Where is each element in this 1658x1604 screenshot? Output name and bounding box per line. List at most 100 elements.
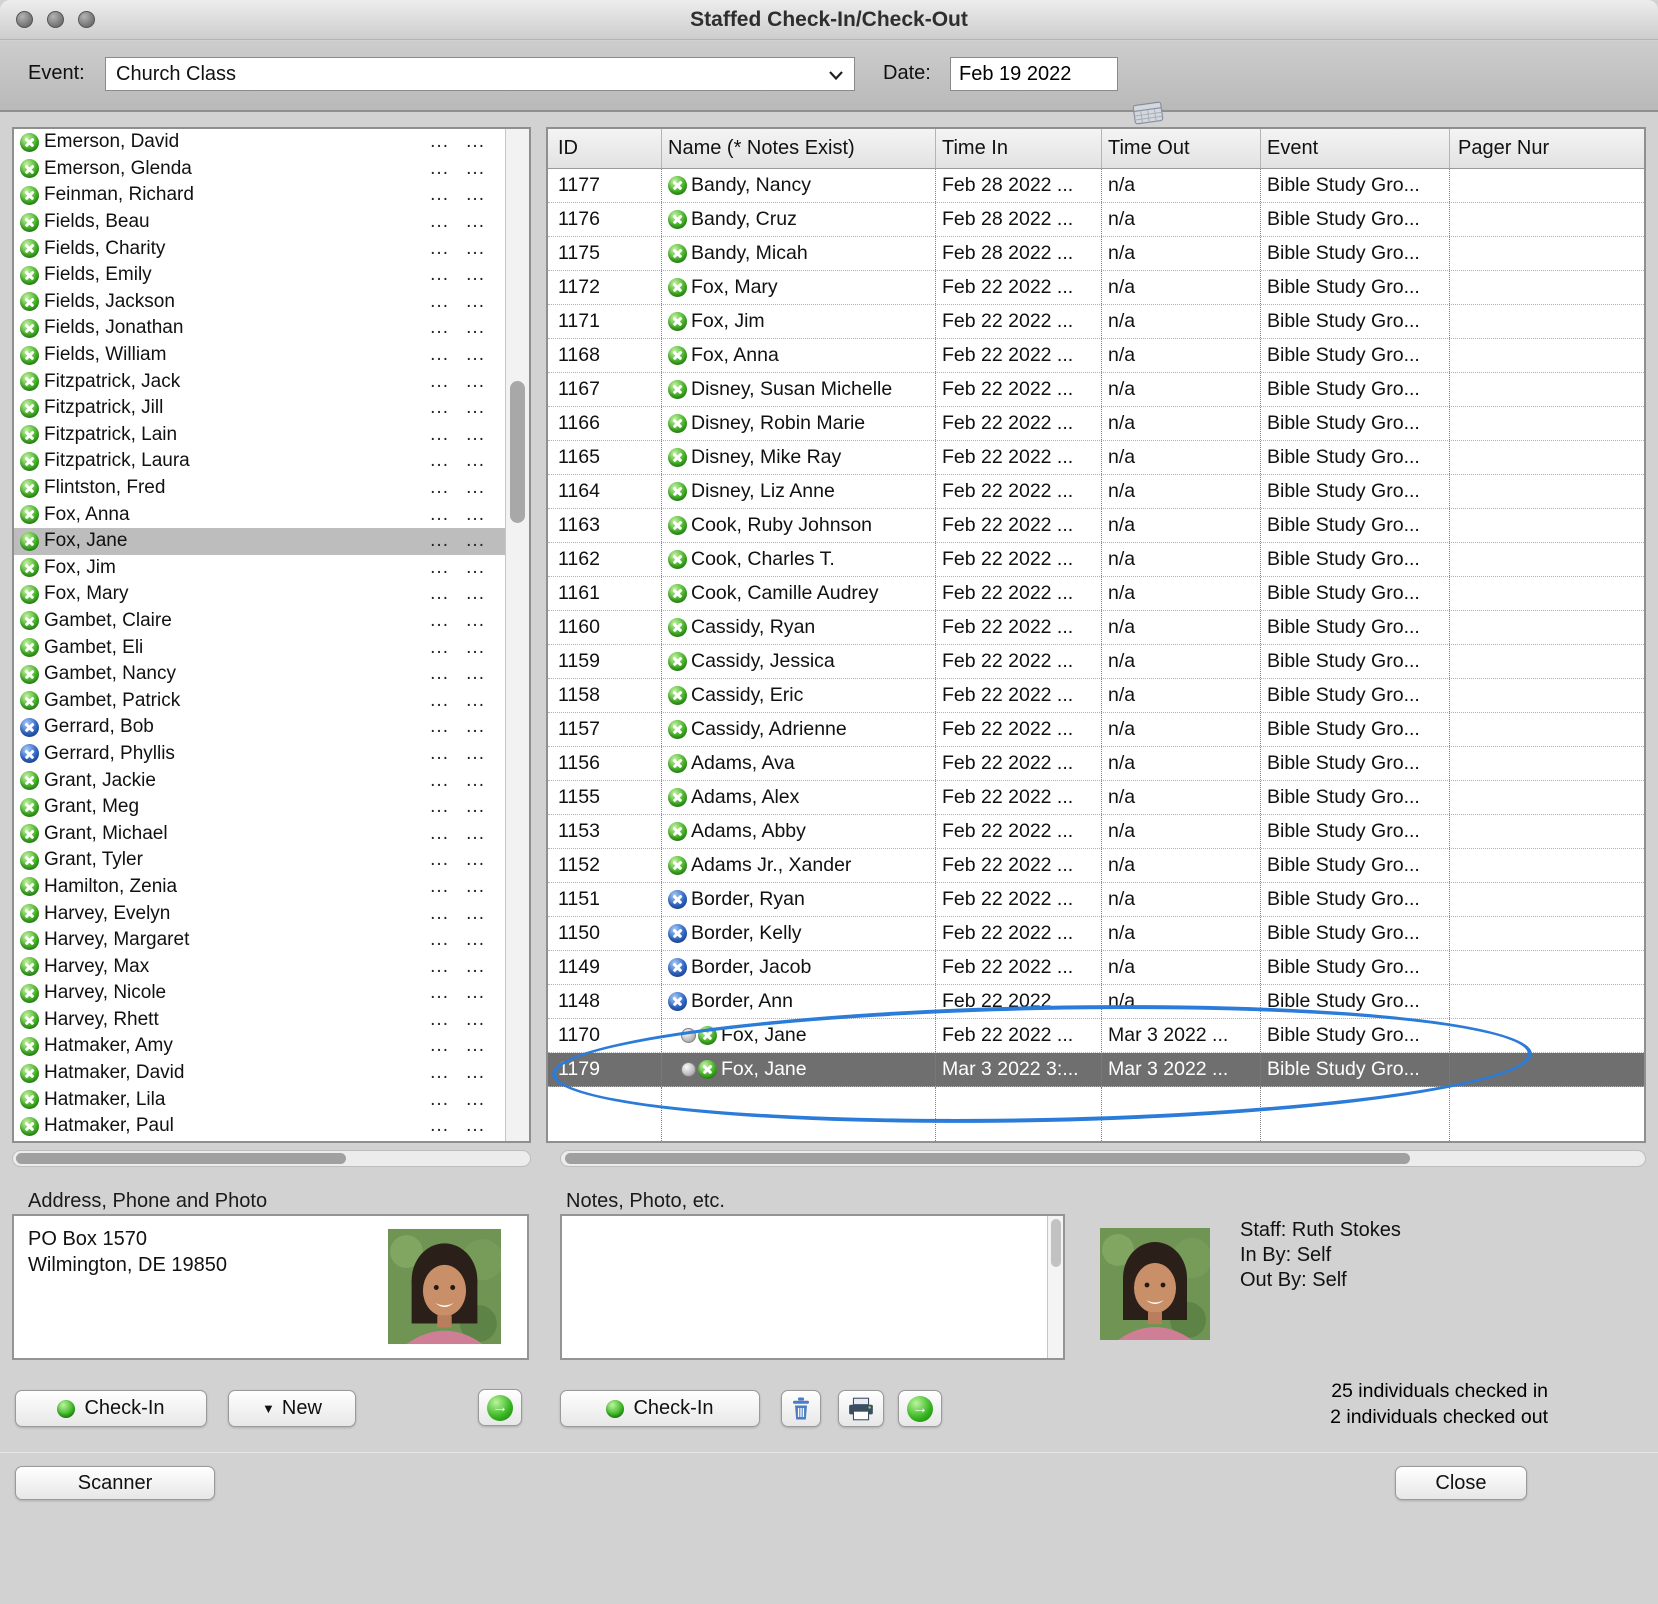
detail-button[interactable]: ...: [430, 211, 449, 233]
table-row[interactable]: 1148Border, AnnFeb 22 2022n/aBible Study…: [548, 985, 1644, 1019]
detail-button[interactable]: ...: [430, 716, 449, 738]
detail-button[interactable]: ...: [466, 184, 485, 206]
table-row[interactable]: 1167Disney, Susan MichelleFeb 22 2022 ..…: [548, 373, 1644, 407]
list-item[interactable]: Fields, Beau......: [14, 209, 529, 236]
notes-field[interactable]: [560, 1214, 1065, 1360]
detail-button[interactable]: ...: [430, 796, 449, 818]
detail-button[interactable]: ...: [466, 663, 485, 685]
detail-button[interactable]: ...: [430, 610, 449, 632]
detail-button[interactable]: ...: [466, 956, 485, 978]
table-row[interactable]: 1170Fox, JaneFeb 22 2022 ...Mar 3 2022 .…: [548, 1019, 1644, 1053]
table-row[interactable]: 1155Adams, AlexFeb 22 2022 ...n/aBible S…: [548, 781, 1644, 815]
detail-button[interactable]: ...: [466, 770, 485, 792]
scrollbar-thumb[interactable]: [1051, 1219, 1061, 1267]
detail-button[interactable]: ...: [430, 530, 449, 552]
detail-button[interactable]: ...: [466, 131, 485, 153]
detail-button[interactable]: ...: [466, 424, 485, 446]
detail-button[interactable]: ...: [430, 903, 449, 925]
detail-button[interactable]: ...: [466, 557, 485, 579]
table-row[interactable]: 1158Cassidy, EricFeb 22 2022 ...n/aBible…: [548, 679, 1644, 713]
list-item[interactable]: Grant, Meg......: [14, 794, 529, 821]
people-list-hscrollbar[interactable]: [12, 1150, 531, 1167]
table-row[interactable]: 1177Bandy, NancyFeb 28 2022 ...n/aBible …: [548, 169, 1644, 203]
detail-button[interactable]: ...: [430, 424, 449, 446]
detail-button[interactable]: ...: [430, 291, 449, 313]
table-hscrollbar[interactable]: [560, 1150, 1646, 1167]
list-item[interactable]: Feinman, Richard......: [14, 182, 529, 209]
list-item[interactable]: Fitzpatrick, Lain......: [14, 422, 529, 449]
detail-button[interactable]: ...: [430, 1089, 449, 1111]
delete-button[interactable]: [781, 1390, 821, 1427]
detail-button[interactable]: ...: [466, 238, 485, 260]
list-item[interactable]: Hatmaker, Amy......: [14, 1033, 529, 1060]
column-header-time-in[interactable]: Time In: [936, 129, 1102, 169]
detail-button[interactable]: ...: [466, 876, 485, 898]
list-item[interactable]: Harvey, Rhett......: [14, 1007, 529, 1034]
detail-button[interactable]: ...: [466, 1009, 485, 1031]
detail-button[interactable]: ...: [430, 637, 449, 659]
detail-button[interactable]: ...: [430, 1115, 449, 1137]
people-list-scrollbar[interactable]: [505, 129, 529, 1141]
detail-button[interactable]: ...: [430, 849, 449, 871]
list-item[interactable]: Emerson, David......: [14, 129, 529, 156]
scrollbar-thumb[interactable]: [510, 381, 525, 523]
detail-button[interactable]: ...: [466, 1115, 485, 1137]
list-item[interactable]: Fox, Jane......: [14, 528, 529, 555]
detail-button[interactable]: ...: [466, 690, 485, 712]
detail-button[interactable]: ...: [466, 504, 485, 526]
detail-button[interactable]: ...: [466, 823, 485, 845]
date-input[interactable]: [950, 57, 1118, 91]
detail-button[interactable]: ...: [466, 610, 485, 632]
list-item[interactable]: Emerson, Glenda......: [14, 156, 529, 183]
list-item[interactable]: Fitzpatrick, Jill......: [14, 395, 529, 422]
table-row[interactable]: 1172Fox, MaryFeb 22 2022 ...n/aBible Stu…: [548, 271, 1644, 305]
detail-button[interactable]: ...: [466, 716, 485, 738]
detail-button[interactable]: ...: [430, 450, 449, 472]
detail-button[interactable]: ...: [466, 796, 485, 818]
scrollbar-thumb[interactable]: [16, 1153, 346, 1164]
detail-button[interactable]: ...: [430, 876, 449, 898]
detail-button[interactable]: ...: [466, 291, 485, 313]
table-row[interactable]: 1160Cassidy, RyanFeb 22 2022 ...n/aBible…: [548, 611, 1644, 645]
table-row[interactable]: 1171Fox, JimFeb 22 2022 ...n/aBible Stud…: [548, 305, 1644, 339]
print-button[interactable]: [838, 1390, 884, 1427]
new-button[interactable]: ▼ New: [228, 1390, 356, 1427]
detail-button[interactable]: ...: [430, 929, 449, 951]
detail-button[interactable]: ...: [430, 1062, 449, 1084]
table-row[interactable]: 1161Cook, Camille AudreyFeb 22 2022 ...n…: [548, 577, 1644, 611]
detail-button[interactable]: ...: [430, 317, 449, 339]
list-item[interactable]: Fox, Jim......: [14, 555, 529, 582]
list-item[interactable]: Gambet, Patrick......: [14, 687, 529, 714]
detail-button[interactable]: ...: [430, 158, 449, 180]
detail-button[interactable]: ...: [466, 397, 485, 419]
table-row[interactable]: 1166Disney, Robin MarieFeb 22 2022 ...n/…: [548, 407, 1644, 441]
detail-button[interactable]: ...: [430, 264, 449, 286]
detail-button[interactable]: ...: [430, 956, 449, 978]
notes-scrollbar[interactable]: [1047, 1216, 1063, 1358]
table-row[interactable]: 1179Fox, JaneMar 3 2022 3:...Mar 3 2022 …: [548, 1053, 1644, 1087]
column-header-pager[interactable]: Pager Nur: [1450, 129, 1644, 169]
list-item[interactable]: Fox, Mary......: [14, 581, 529, 608]
close-button[interactable]: Close: [1395, 1466, 1527, 1500]
detail-button[interactable]: ...: [430, 504, 449, 526]
detail-button[interactable]: ...: [466, 450, 485, 472]
detail-button[interactable]: ...: [466, 158, 485, 180]
list-item[interactable]: Fields, William......: [14, 342, 529, 369]
list-item[interactable]: Harvey, Nicole......: [14, 980, 529, 1007]
detail-button[interactable]: ...: [466, 1062, 485, 1084]
detail-button[interactable]: ...: [466, 637, 485, 659]
detail-button[interactable]: ...: [430, 557, 449, 579]
list-item[interactable]: Fields, Charity......: [14, 235, 529, 262]
check-in-button-right[interactable]: Check-In: [560, 1390, 760, 1427]
event-select[interactable]: Church Class: [105, 57, 855, 91]
list-item[interactable]: Gambet, Eli......: [14, 634, 529, 661]
scrollbar-thumb[interactable]: [565, 1153, 1410, 1164]
table-row[interactable]: 1176Bandy, CruzFeb 28 2022 ...n/aBible S…: [548, 203, 1644, 237]
list-item[interactable]: Hatmaker, Paul......: [14, 1113, 529, 1140]
list-item[interactable]: Fitzpatrick, Jack......: [14, 368, 529, 395]
list-item[interactable]: Grant, Tyler......: [14, 847, 529, 874]
column-header-id[interactable]: ID: [548, 129, 662, 169]
list-item[interactable]: Grant, Michael......: [14, 820, 529, 847]
detail-button[interactable]: ...: [466, 743, 485, 765]
detail-button[interactable]: ...: [466, 477, 485, 499]
